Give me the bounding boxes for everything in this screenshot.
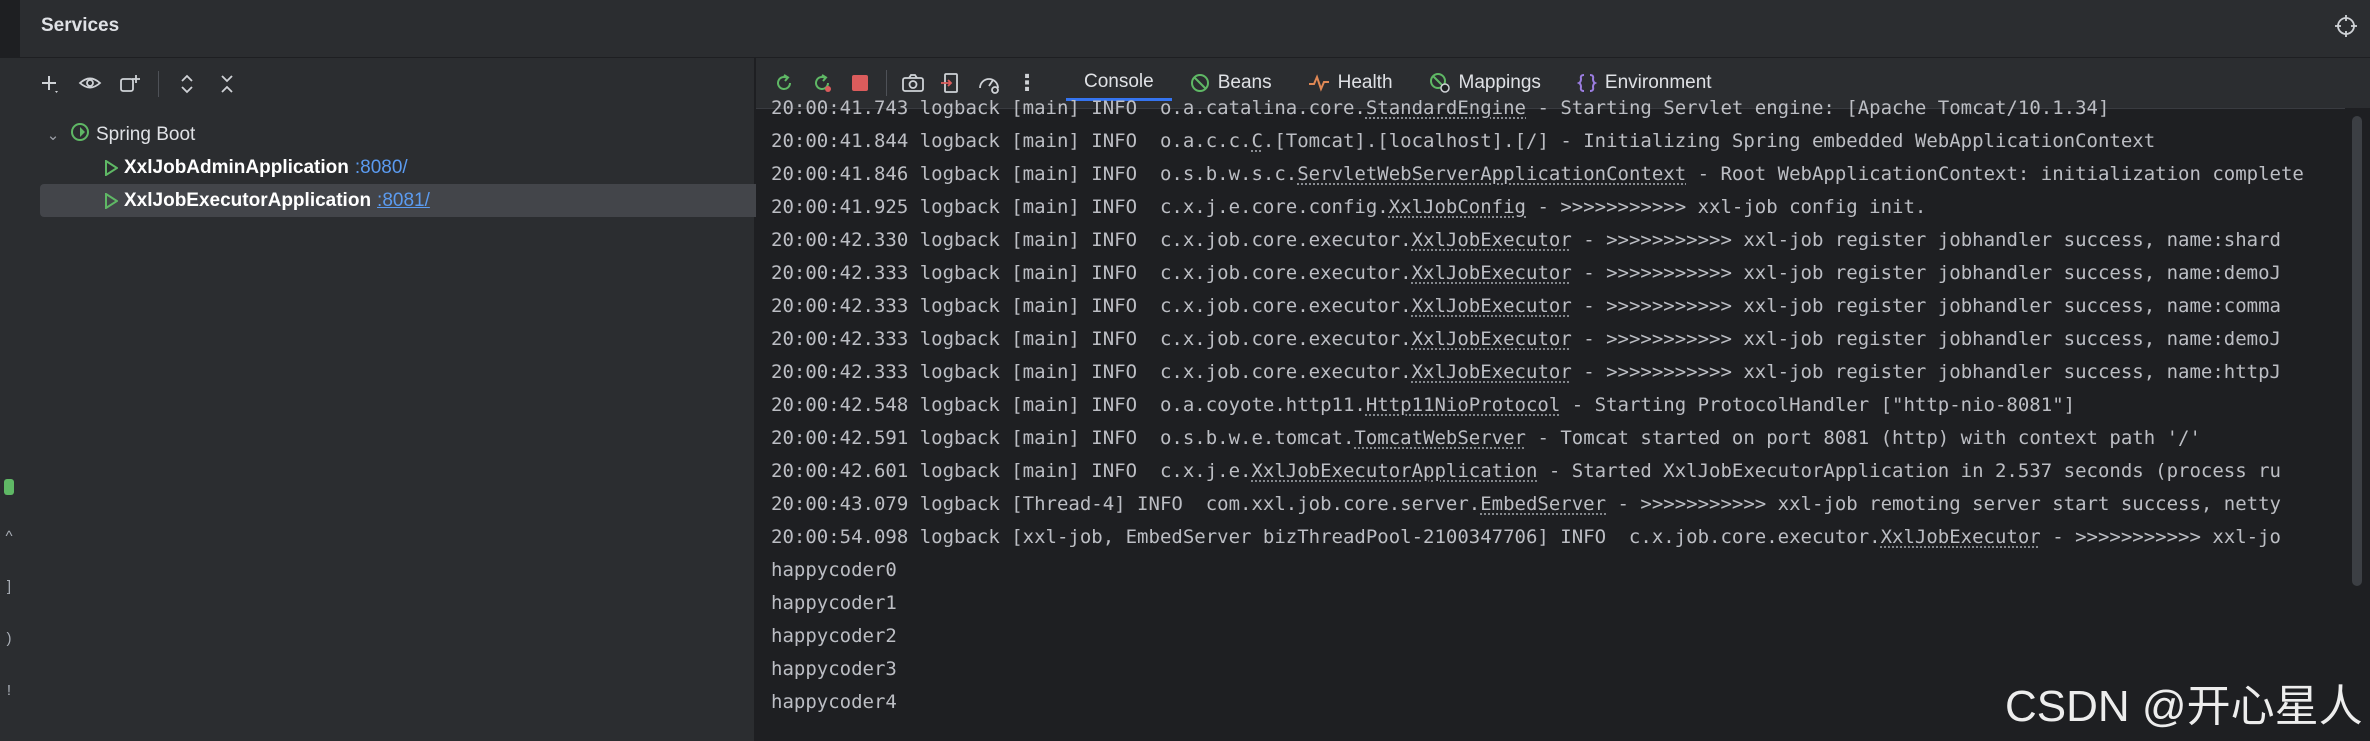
eye-icon[interactable]: [72, 66, 108, 102]
log-line: 20:00:42.591 logback [main] INFO o.s.b.w…: [771, 427, 2201, 449]
watermark: CSDN @开心星人: [2005, 682, 2363, 731]
tab-label: Console: [1084, 70, 1154, 92]
log-line: 20:00:41.844 logback [main] INFO o.a.c.c…: [771, 130, 2156, 152]
services-tool-icon[interactable]: [2, 478, 16, 496]
toolbar-separator: [158, 71, 159, 97]
log-line: 20:00:42.333 logback [main] INFO c.x.job…: [771, 328, 2281, 350]
port-link[interactable]: :8080/: [355, 157, 408, 179]
expand-all-icon[interactable]: [169, 66, 205, 102]
log-line: 20:00:41.925 logback [main] INFO c.x.j.e…: [771, 196, 1927, 218]
exit-icon[interactable]: [933, 65, 969, 101]
services-tree: ⌄ Spring Boot XxlJobAdminApplication :80…: [20, 118, 780, 217]
toolbar-separator: [886, 70, 887, 96]
console-tabs: Console Beans Health Mappings Environmen…: [1066, 65, 1730, 101]
chevron-down-icon[interactable]: ⌄: [44, 126, 62, 144]
screenshot-icon[interactable]: [895, 65, 931, 101]
rerun-icon[interactable]: [766, 65, 802, 101]
log-line: 20:00:42.333 logback [main] INFO c.x.job…: [771, 262, 2281, 284]
run-icon: [105, 159, 118, 176]
problems-tool-icon[interactable]: ): [2, 630, 16, 648]
git-tool-icon[interactable]: !: [2, 682, 16, 700]
spring-boot-icon: [70, 122, 90, 148]
scrollbar-thumb[interactable]: [2352, 116, 2362, 586]
rerun-failed-icon[interactable]: [804, 65, 840, 101]
output-line: happycoder0: [771, 559, 897, 581]
console-output[interactable]: 20:00:41.743 logback [main] INFO o.a.cat…: [756, 98, 2344, 741]
log-line: 20:00:42.333 logback [main] INFO c.x.job…: [771, 361, 2281, 383]
tree-group-spring-boot[interactable]: ⌄ Spring Boot: [20, 118, 740, 151]
log-line: 20:00:42.601 logback [main] INFO c.x.j.e…: [771, 460, 2281, 482]
beans-icon: [1190, 74, 1209, 92]
dashboard-icon[interactable]: [971, 65, 1007, 101]
tab-beans[interactable]: Beans: [1172, 65, 1290, 101]
environment-icon: [1576, 74, 1597, 92]
collapse-all-icon[interactable]: [209, 66, 245, 102]
tree-group-label: Spring Boot: [96, 123, 196, 145]
output-line: happycoder4: [771, 691, 897, 713]
log-line: 20:00:43.079 logback [Thread-4] INFO com…: [771, 493, 2281, 515]
output-line: happycoder3: [771, 658, 897, 680]
tab-label: Mappings: [1458, 72, 1541, 93]
log-line: 20:00:41.743 logback [main] INFO o.a.cat…: [771, 98, 2110, 119]
tree-item-executor-app[interactable]: XxlJobExecutorApplication :8081/: [40, 184, 780, 217]
tool-window-strip: ^ ] ) !: [0, 58, 21, 741]
services-header: Services: [20, 0, 2370, 58]
output-line: happycoder1: [771, 592, 897, 614]
output-line: happycoder2: [771, 625, 897, 647]
tab-console[interactable]: Console: [1066, 65, 1172, 101]
crosshair-icon[interactable]: [2334, 14, 2358, 38]
app-name: XxlJobExecutorApplication: [124, 189, 372, 211]
tab-label: Beans: [1217, 72, 1272, 93]
stop-icon[interactable]: [842, 65, 878, 101]
log-line: 20:00:41.846 logback [main] INFO o.s.b.w…: [771, 163, 2304, 185]
log-line: 20:00:42.548 logback [main] INFO o.a.coy…: [771, 394, 2076, 416]
tab-health[interactable]: Health: [1290, 65, 1411, 101]
add-icon[interactable]: [32, 66, 68, 102]
caret-icon[interactable]: ^: [2, 528, 16, 546]
run-icon: [105, 192, 118, 209]
tree-item-admin-app[interactable]: XxlJobAdminApplication :8080/: [20, 151, 740, 184]
health-icon: [1308, 74, 1329, 92]
log-line: 20:00:54.098 logback [xxl-job, EmbedServ…: [771, 526, 2281, 548]
tab-environment[interactable]: Environment: [1559, 65, 1730, 101]
mappings-icon: [1429, 73, 1450, 93]
tab-label: Health: [1337, 72, 1393, 93]
more-icon[interactable]: ⋮: [1009, 65, 1045, 101]
port-link[interactable]: :8081/: [377, 190, 430, 212]
panel-title: Services: [41, 15, 120, 36]
terminal-tool-icon[interactable]: ]: [2, 578, 16, 596]
log-line: 20:00:42.330 logback [main] INFO c.x.job…: [771, 229, 2281, 251]
app-name: XxlJobAdminApplication: [124, 156, 349, 178]
add-group-icon[interactable]: [112, 66, 148, 102]
log-line: 20:00:42.333 logback [main] INFO c.x.job…: [771, 295, 2281, 317]
tab-label: Environment: [1604, 72, 1712, 93]
services-toolbar: [20, 66, 245, 102]
tab-mappings[interactable]: Mappings: [1411, 65, 1559, 101]
